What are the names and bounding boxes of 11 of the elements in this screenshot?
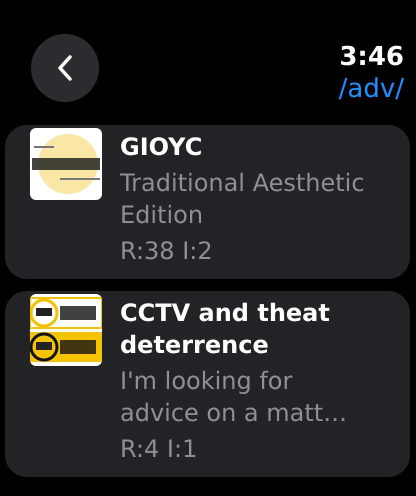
reply-image-count: R:4 I:1 — [120, 434, 198, 465]
back-icon — [57, 55, 73, 81]
clock-time: 3:46 — [339, 41, 404, 73]
thread-title: CCTV and theat deterrence — [120, 298, 331, 361]
thread-card[interactable]: GIOYC Traditional Aesthetic Edition R:38 I:2 — [5, 125, 410, 279]
reply-image-count: R:38 I:2 — [120, 236, 214, 267]
thread-card[interactable]: CCTV and theat deterrence I'm looking for advice on a matt… R:4 I:1 — [5, 291, 410, 477]
thread-title: GIOYC — [120, 132, 204, 163]
board-title: /adv/ — [338, 73, 404, 105]
thread-excerpt: I'm looking for advice on a matt… — [120, 366, 348, 429]
thread-excerpt: Traditional Aesthetic Edition — [120, 168, 366, 231]
